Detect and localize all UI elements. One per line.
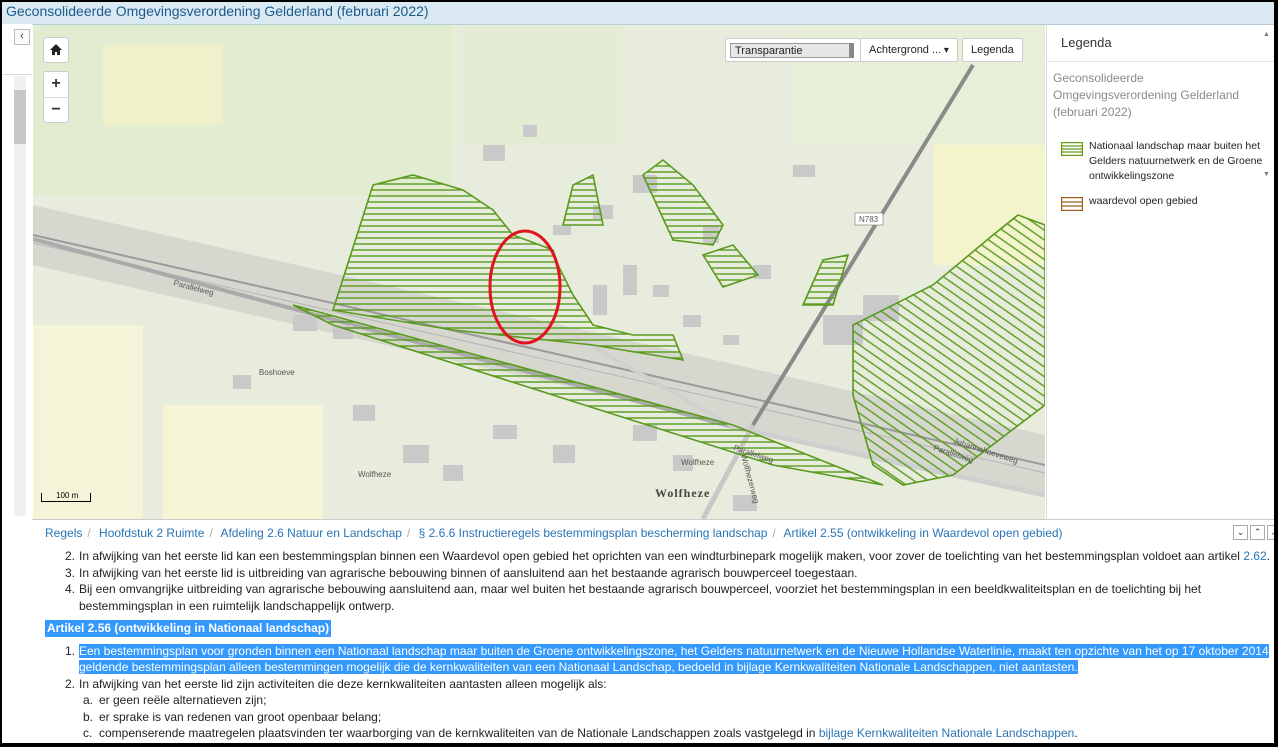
list-item: 2. In afwijking van het eerste lid zijn … [65,676,607,691]
divider [2,74,32,75]
legend-item-label: Nationaal landschap maar buiten het Geld… [1089,140,1263,182]
sub-list-item: a. er geen reële alternatieven zijn; [83,693,267,707]
slider-handle[interactable] [849,43,854,58]
town-label: Wolfheze [655,486,710,500]
legend-scrollbar[interactable]: ▲ ▼ [1263,25,1273,519]
transparency-slider[interactable]: Transparantie [725,38,860,62]
zoom-out-button[interactable]: − [44,97,68,123]
breadcrumb-item[interactable]: § 2.6.6 Instructieregels bestemmingsplan… [419,526,768,540]
list-item: 4. Bij een omvangrijke uitbreiding van a… [65,582,1202,613]
scrollbar-thumb[interactable] [14,90,26,144]
home-icon [50,44,62,55]
home-button[interactable] [43,37,69,63]
scale-label: 100 m [56,491,79,500]
scale-bar: 100 m [41,491,91,502]
window-title: Geconsolideerde Omgevingsverordening Gel… [6,3,429,19]
map-canvas[interactable]: N783 Parallelweg Parallelweg Parallelweg… [33,25,1045,519]
breadcrumb-item[interactable]: Regels [45,526,82,540]
breadcrumb: Regels / Hoofdstuk 2 Ruimte / Afdeling 2.6… [33,520,1274,547]
slider-track[interactable]: Transparantie [730,43,854,58]
zoom-controls: + − [43,71,69,123]
background-dropdown[interactable]: Achtergrond ... [860,38,958,62]
breadcrumb-item[interactable]: Hoofdstuk 2 Ruimte [99,526,204,540]
list-item: 3. In afwijking van het eerste lid is ui… [65,565,858,580]
sub-list-item: c. compenserende maatregelen plaatsvinde… [83,726,1078,740]
list-item: 2. In afwijking van het eerste lid kan e… [65,549,1270,563]
legend-panel: Legenda Geconsolideerde Omgevingsverorde… [1046,25,1274,519]
legend-button[interactable]: Legenda [961,38,1023,62]
left-panel: ‹ [2,24,32,524]
legend-item: waardevol open gebied [1061,194,1274,211]
panel-controls: ⌄ ⌃ ↗ [1231,525,1274,540]
external-link-icon[interactable]: ↗ [1267,525,1274,540]
scroll-up-icon[interactable]: ▲ [1263,31,1270,38]
zoom-in-button[interactable]: + [44,72,68,97]
map-view[interactable]: N783 Parallelweg Parallelweg Parallelweg… [33,25,1045,519]
legend-items: Nationaal landschap maar buiten het Geld… [1047,139,1274,211]
place-label: Boshoeve [259,368,295,377]
list-item: 1. Een bestemmingsplan voor gronden binn… [65,643,1269,674]
hatch-swatch-icon [1061,197,1083,211]
breadcrumb-item[interactable]: Artikel 2.55 (ontwikkeling in Waardevol … [784,526,1063,540]
regulation-text: 2. In afwijking van het eerste lid kan e… [33,548,1274,743]
legend-item-label: waardevol open gebied [1089,195,1198,207]
place-label: Wolfheze [358,470,392,479]
scroll-down-icon[interactable]: ▼ [1263,171,1270,178]
breadcrumb-item[interactable]: Afdeling 2.6 Natuur en Landschap [220,526,401,540]
legend-header: Legenda [1047,25,1274,62]
chevron-up-icon[interactable]: ⌃ [1250,525,1265,540]
transparency-label: Transparantie [735,45,803,57]
article-link[interactable]: 2.62 [1243,549,1266,563]
chevron-down-icon[interactable]: ⌄ [1233,525,1248,540]
legend-subtitle: Geconsolideerde Omgevingsverordening Gel… [1053,71,1240,119]
place-label: Wolfheze [681,458,715,467]
sub-list-item: b. er sprake is van redenen van groot op… [83,709,382,724]
road-label: N783 [859,215,879,224]
map-toolbar: Transparantie Achtergrond ... Legenda [725,38,1027,62]
collapse-panel-button[interactable]: ‹ [14,29,30,45]
hatch-swatch-icon [1061,142,1083,156]
title-bar: Geconsolideerde Omgevingsverordening Gel… [2,2,1274,25]
article-heading: Artikel 2.56 (ontwikkeling in Nationaal … [45,620,332,637]
annex-link[interactable]: bijlage Kernkwaliteiten Nationale Landsc… [819,726,1075,740]
legend-item: Nationaal landschap maar buiten het Geld… [1061,139,1274,184]
selected-text: Een bestemmingsplan voor gronden binnen … [79,643,1269,674]
app-window: Geconsolideerde Omgevingsverordening Gel… [2,2,1274,743]
